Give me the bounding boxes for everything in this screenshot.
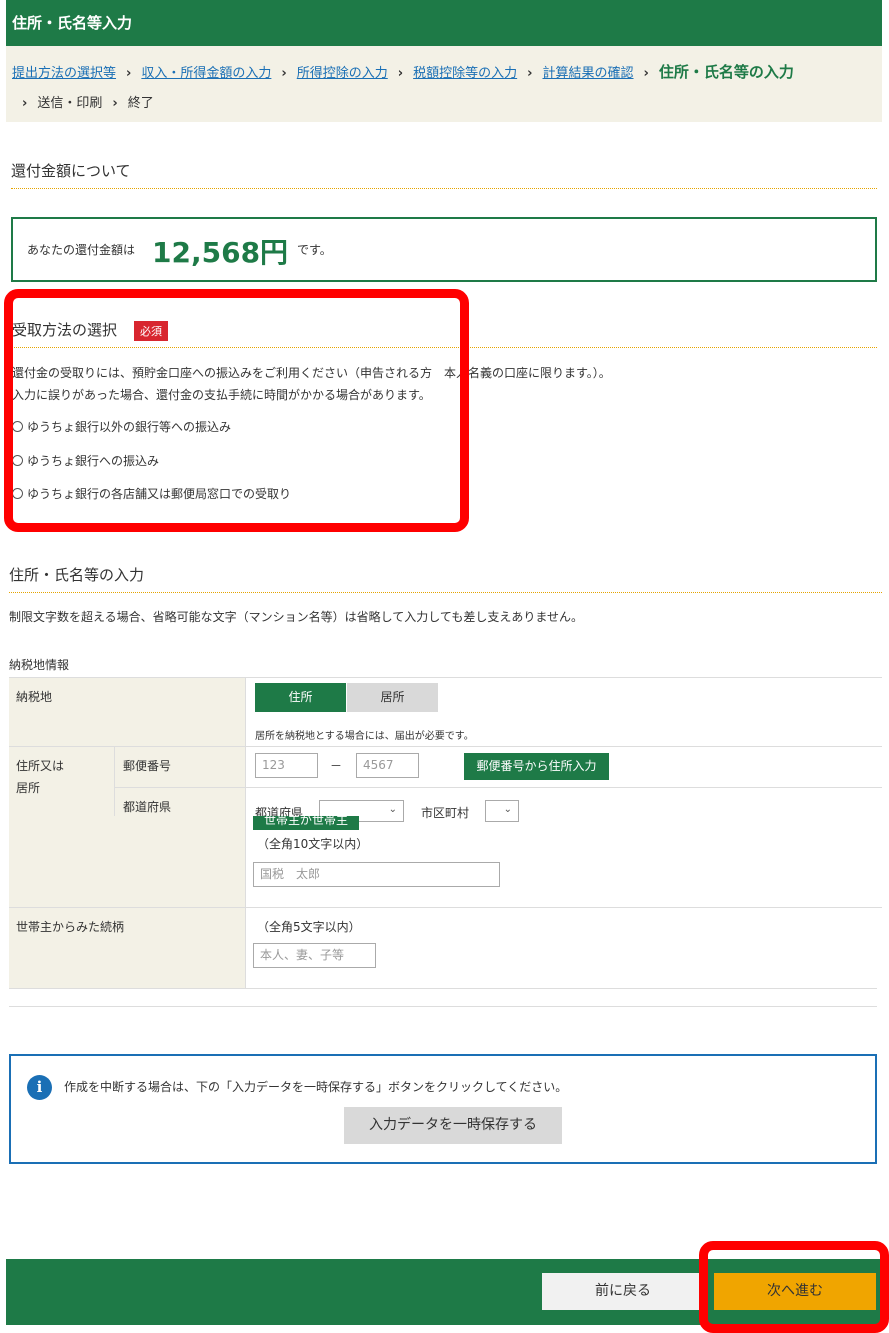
toggle-residence[interactable]: 居所	[347, 683, 438, 712]
toggle-address[interactable]: 住所	[255, 683, 346, 712]
back-button[interactable]: 前に戻る	[542, 1273, 704, 1310]
relation-input[interactable]: 本人、妻、子等	[253, 943, 376, 968]
row-divider	[9, 746, 882, 747]
refund-amount: 12,568円	[152, 236, 289, 269]
tax-place-label: 納税地	[16, 690, 53, 704]
page-title: 住所・氏名等入力	[12, 14, 133, 32]
breadcrumb: 提出方法の選択等 › 収入・所得金額の入力 › 所得控除の入力 › 税額控除等の入力 › 計算結…	[6, 46, 882, 122]
householder-button[interactable]: 世帯主が世帯主	[253, 816, 359, 830]
toggle-note: 居所を納税地とする場合には、届出が必要です。	[255, 731, 474, 742]
address-note: 制限文字数を超える場合、省略可能な文字（マンション名等）は省略して入力しても差し…	[9, 610, 583, 624]
refund-amount-box: あなたの還付金額は 12,568円 です。	[11, 217, 877, 282]
address-label-line-2: 居所	[16, 781, 41, 795]
row-divider	[9, 677, 882, 678]
breadcrumb-line-2: › 送信・印刷 › 終了	[12, 92, 154, 111]
breadcrumb-link-income[interactable]: 収入・所得金額の入力	[141, 66, 271, 81]
refund-suffix: です。	[297, 243, 332, 257]
column-divider	[114, 746, 115, 816]
chevron-right-icon: ›	[281, 66, 287, 81]
breadcrumb-link-deduction[interactable]: 所得控除の入力	[297, 66, 388, 81]
breadcrumb-current: 住所・氏名等の入力	[658, 63, 794, 81]
save-info-box: i 作成を中断する場合は、下の「入力データを一時保存する」ボタンをクリックしてく…	[9, 1054, 877, 1164]
row-divider	[115, 787, 882, 788]
breadcrumb-step-send: 送信・印刷	[37, 96, 103, 111]
breadcrumb-link-tax-credit[interactable]: 税額控除等の入力	[413, 66, 517, 81]
postal-dash: －	[330, 759, 343, 773]
prefecture-label: 都道府県	[123, 800, 172, 814]
annotation-highlight-next	[699, 1241, 889, 1333]
chevron-down-icon: ⌄	[503, 804, 512, 815]
city-select[interactable]: ⌄	[485, 800, 519, 822]
breadcrumb-line-1: 提出方法の選択等 › 収入・所得金額の入力 › 所得控除の入力 › 税額控除等の入力 › 計算結…	[12, 61, 794, 82]
chevron-down-icon: ⌄	[388, 804, 397, 815]
refund-section-title: 還付金額について	[11, 162, 131, 180]
chevron-right-icon: ›	[527, 66, 533, 81]
save-draft-button[interactable]: 入力データを一時保存する	[344, 1107, 562, 1144]
annotation-highlight-receipt	[4, 289, 469, 532]
section-divider	[11, 188, 877, 189]
chevron-right-icon: ›	[397, 66, 404, 81]
householder-name-input[interactable]: 国税 太郎	[253, 862, 500, 887]
row-divider	[9, 907, 882, 908]
breadcrumb-link-submission[interactable]: 提出方法の選択等	[12, 66, 116, 81]
address-label-line-1: 住所又は	[16, 759, 65, 773]
postal-label: 郵便番号	[123, 759, 172, 773]
chevron-right-icon: ›	[22, 96, 28, 111]
relation-limit: （全角5文字以内）	[257, 920, 361, 934]
tax-place-heading: 納税地情報	[9, 658, 70, 672]
postal-code-second-input[interactable]: 4567	[356, 753, 419, 778]
row-divider	[9, 1006, 877, 1007]
postal-lookup-button[interactable]: 郵便番号から住所入力	[464, 753, 609, 780]
city-inline-label: 市区町村	[421, 806, 470, 820]
refund-prefix: あなたの還付金額は	[27, 243, 136, 257]
relation-label: 世帯主からみた続柄	[16, 920, 125, 934]
chevron-right-icon: ›	[643, 66, 649, 81]
name-limit: （全角10文字以内）	[257, 837, 369, 851]
section-divider	[9, 592, 882, 593]
page-header: 住所・氏名等入力	[6, 0, 882, 46]
row-divider	[9, 988, 877, 989]
chevron-right-icon: ›	[112, 96, 118, 111]
save-info-text: 作成を中断する場合は、下の「入力データを一時保存する」ボタンをクリックしてくださ…	[64, 1080, 568, 1094]
label-column	[9, 677, 245, 989]
info-icon: i	[27, 1075, 52, 1100]
breadcrumb-step-end: 終了	[127, 96, 154, 111]
address-section-title: 住所・氏名等の入力	[9, 566, 145, 584]
postal-code-first-input[interactable]: 123	[255, 753, 318, 778]
breadcrumb-link-result[interactable]: 計算結果の確認	[543, 66, 634, 81]
chevron-right-icon: ›	[126, 66, 132, 81]
column-divider	[245, 677, 246, 989]
